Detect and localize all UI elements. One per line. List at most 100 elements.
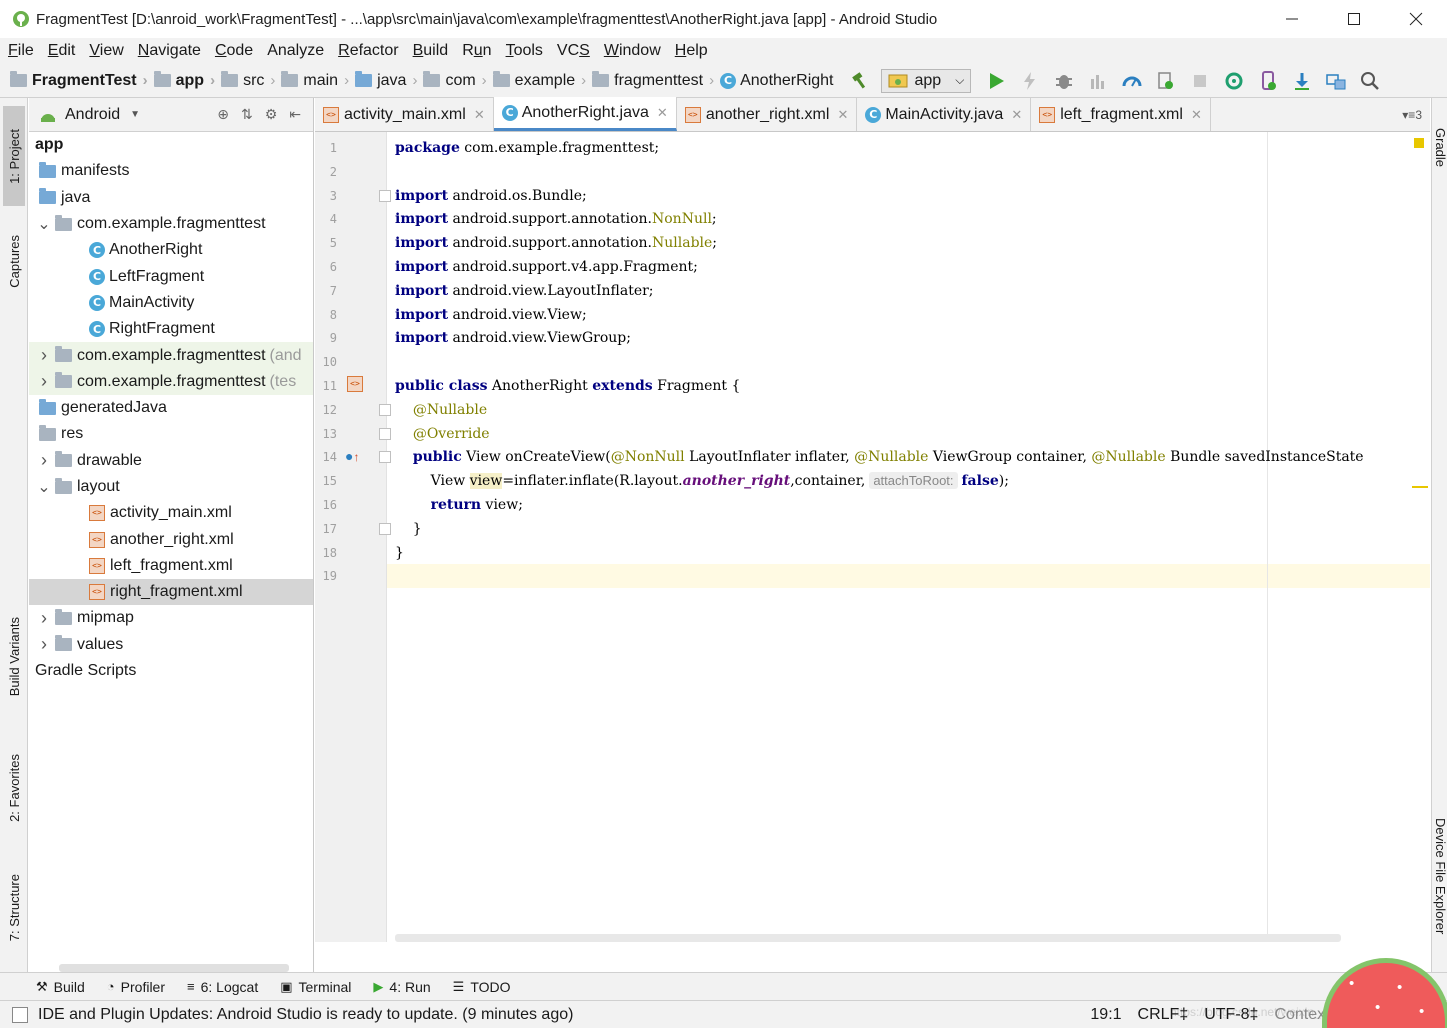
sdk-manager-button[interactable] <box>1289 68 1315 94</box>
debug-button[interactable] <box>1051 68 1077 94</box>
editor-tab[interactable]: C MainActivity.java ✕ <box>857 98 1032 131</box>
menu-refactor[interactable]: Refactor <box>338 42 398 60</box>
expand-arrow-icon[interactable]: ⌄ <box>37 477 51 497</box>
tree-item[interactable]: › drawable <box>29 448 313 474</box>
code-line[interactable]: return view; <box>387 493 1430 517</box>
code-line[interactable]: @Override <box>387 422 1430 446</box>
code-line[interactable] <box>387 564 1430 588</box>
tab-build-variants[interactable]: Build Variants <box>3 598 25 716</box>
code-line[interactable]: public View onCreateView(@NonNull Layout… <box>387 445 1430 469</box>
tab-structure[interactable]: 7: Structure <box>3 858 25 958</box>
tree-item[interactable]: <> right_fragment.xml <box>29 579 313 606</box>
code-area[interactable]: package com.example.fragmenttest; import … <box>387 132 1430 942</box>
project-horizontal-scrollbar[interactable] <box>59 964 289 972</box>
menu-help[interactable]: Help <box>675 42 708 60</box>
menu-file[interactable]: File <box>8 42 34 60</box>
tree-item[interactable]: › mipmap <box>29 605 313 631</box>
code-line[interactable]: import android.support.v4.app.Fragment; <box>387 255 1430 279</box>
collapse-arrow-icon[interactable]: › <box>37 608 51 629</box>
view-mode-dropdown-icon[interactable]: ▼ <box>130 109 140 120</box>
collapse-arrow-icon[interactable]: › <box>37 450 51 471</box>
menu-tools[interactable]: Tools <box>506 42 543 60</box>
tab-project[interactable]: 1: Project <box>3 106 25 206</box>
sync-project-button[interactable] <box>1221 68 1247 94</box>
avd-manager-button[interactable] <box>1255 68 1281 94</box>
event-log-icon[interactable] <box>12 1006 28 1023</box>
breadcrumb-item[interactable]: app › <box>153 71 215 90</box>
tree-item[interactable]: java <box>29 185 313 211</box>
breadcrumb-item[interactable]: com › <box>423 71 487 90</box>
hide-panel-icon[interactable]: ⇤ <box>289 106 301 123</box>
editor-tab[interactable]: <> left_fragment.xml ✕ <box>1031 98 1211 131</box>
code-line[interactable]: import android.support.annotation.NonNul… <box>387 207 1430 231</box>
tool-window-logcat[interactable]: ≡ 6: Logcat <box>187 979 258 995</box>
tree-item[interactable]: <> another_right.xml <box>29 526 313 552</box>
tree-item[interactable]: generatedJava <box>29 395 313 421</box>
caret-position[interactable]: 19:1 <box>1090 1006 1121 1024</box>
apply-changes-button[interactable] <box>1017 68 1043 94</box>
code-line[interactable]: } <box>387 541 1430 565</box>
close-tab-icon[interactable]: ✕ <box>657 105 668 121</box>
tool-window-terminal[interactable]: ▣ Terminal <box>280 979 351 995</box>
collapse-arrow-icon[interactable]: › <box>37 371 51 392</box>
menu-vcs[interactable]: VCS <box>557 42 590 60</box>
minimize-button[interactable] <box>1261 0 1323 38</box>
code-line[interactable]: import android.view.ViewGroup; <box>387 326 1430 350</box>
tree-item[interactable]: manifests <box>29 158 313 184</box>
run-button[interactable] <box>983 68 1009 94</box>
editor-tab[interactable]: <> another_right.xml ✕ <box>677 98 858 131</box>
breadcrumb-item[interactable]: fragmenttest › <box>592 71 714 90</box>
tree-item[interactable]: C MainActivity <box>29 290 313 316</box>
tab-gradle[interactable]: Gradle <box>1433 128 1447 171</box>
maximize-button[interactable] <box>1323 0 1385 38</box>
breadcrumb-item[interactable]: src › <box>221 71 275 90</box>
code-line[interactable]: import android.view.View; <box>387 303 1430 327</box>
code-line[interactable]: import android.os.Bundle; <box>387 184 1430 208</box>
menu-run[interactable]: Run <box>462 42 491 60</box>
tab-captures[interactable]: Captures <box>3 216 25 306</box>
locate-file-icon[interactable]: ⊕ <box>217 106 229 123</box>
code-line[interactable]: package com.example.fragmenttest; <box>387 136 1430 160</box>
overrides-method-icon[interactable]: ●↑ <box>345 448 359 464</box>
related-layout-icon[interactable]: <> <box>347 376 363 392</box>
tree-item[interactable]: res <box>29 421 313 447</box>
tab-overflow-button[interactable]: ▾≡3 <box>1402 108 1430 122</box>
expand-arrow-icon[interactable]: ⌄ <box>37 214 51 234</box>
gear-icon[interactable]: ⚙ <box>265 106 278 123</box>
menu-edit[interactable]: Edit <box>48 42 76 60</box>
code-line[interactable]: import android.support.annotation.Nullab… <box>387 231 1430 255</box>
code-line[interactable]: @Nullable <box>387 398 1430 422</box>
editor-horizontal-scrollbar[interactable] <box>395 934 1341 942</box>
project-view-mode[interactable]: Android <box>65 106 120 124</box>
tool-window-profiler[interactable]: ◔ Profiler <box>107 979 165 995</box>
breadcrumb-item[interactable]: C AnotherRight <box>720 72 833 90</box>
tree-item[interactable]: › com.example.fragmenttest (and <box>29 342 313 369</box>
code-editor[interactable]: package com.example.fragmenttest; import … <box>315 132 1430 942</box>
code-line[interactable] <box>387 160 1430 184</box>
profile-button[interactable] <box>1119 68 1145 94</box>
tool-window-build[interactable]: ⚒ Build <box>36 979 85 995</box>
menu-analyze[interactable]: Analyze <box>267 42 324 60</box>
tab-favorites[interactable]: 2: Favorites <box>3 738 25 838</box>
fold-marker-icon[interactable] <box>379 189 391 202</box>
collapse-arrow-icon[interactable]: › <box>37 634 51 655</box>
tree-item[interactable]: ⌄ layout <box>29 474 313 500</box>
line-separator[interactable]: CRLF‡ <box>1138 1006 1189 1024</box>
coverage-button[interactable] <box>1085 68 1111 94</box>
fold-marker-icon[interactable] <box>379 451 391 464</box>
tree-item[interactable]: C RightFragment <box>29 316 313 342</box>
close-tab-icon[interactable]: ✕ <box>474 107 485 123</box>
tree-item[interactable]: app <box>29 132 313 158</box>
fold-marker-icon[interactable] <box>379 403 391 416</box>
editor-tab[interactable]: <> activity_main.xml ✕ <box>315 98 494 131</box>
code-line[interactable]: public class AnotherRight extends Fragme… <box>387 374 1430 398</box>
code-line[interactable] <box>387 350 1430 374</box>
attach-debugger-button[interactable] <box>1153 68 1179 94</box>
close-tab-icon[interactable]: ✕ <box>1011 107 1022 123</box>
close-button[interactable] <box>1385 0 1447 38</box>
tab-device-file-explorer[interactable]: Device File Explorer <box>1433 818 1447 938</box>
collapse-arrow-icon[interactable]: › <box>37 345 51 366</box>
tree-item[interactable]: <> left_fragment.xml <box>29 553 313 579</box>
menu-view[interactable]: View <box>89 42 123 60</box>
close-tab-icon[interactable]: ✕ <box>837 107 848 123</box>
